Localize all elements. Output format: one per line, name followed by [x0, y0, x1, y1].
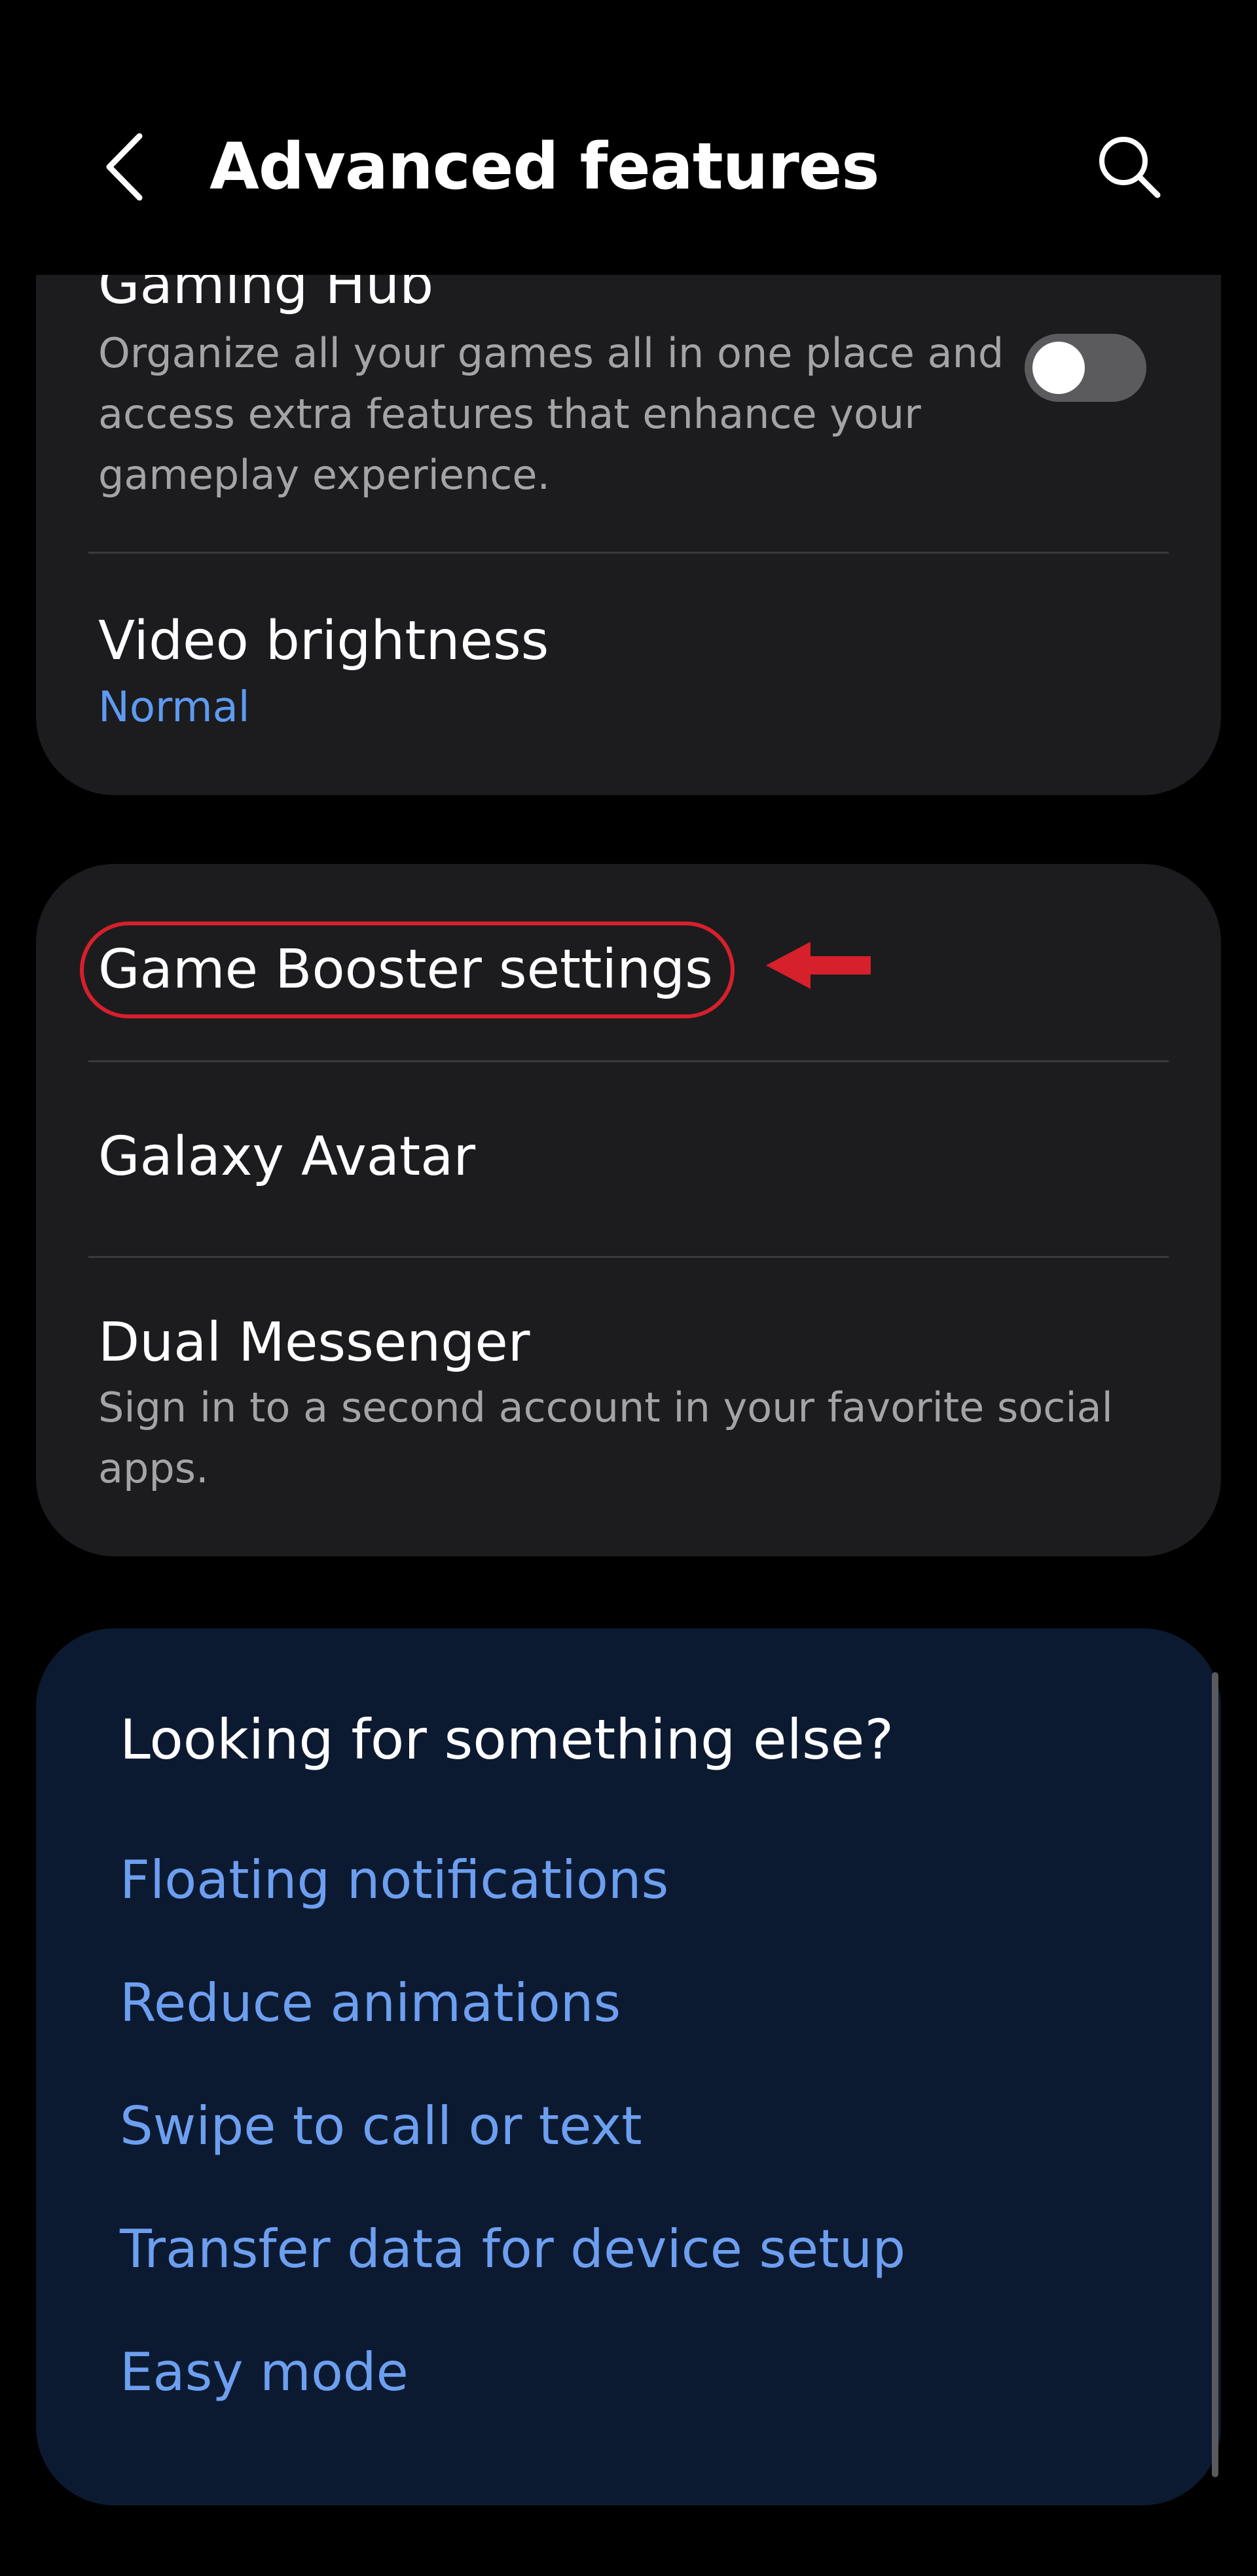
app-header: Advanced features [0, 0, 1257, 275]
video-brightness-title: Video brightness [98, 610, 549, 672]
game-booster-title: Game Booster settings [98, 939, 713, 1001]
dual-messenger-title: Dual Messenger [98, 1312, 530, 1374]
search-button[interactable] [1087, 124, 1172, 209]
back-button[interactable] [85, 121, 164, 213]
annotation-arrow-icon [766, 942, 871, 989]
search-icon [1099, 137, 1161, 198]
toggle-knob [1032, 342, 1085, 394]
gaming-hub-description: Organize all your games all in one place… [98, 329, 1004, 499]
suggestion-link-swipe-to-call[interactable]: Swipe to call or text [120, 2090, 642, 2162]
suggestion-link-easy-mode[interactable]: Easy mode [120, 2336, 409, 2408]
game-booster-row[interactable]: Game Booster settings [36, 864, 1221, 1060]
suggestions-card: Looking for something else? Floating not… [36, 1628, 1221, 2505]
scrollbar[interactable] [1212, 1672, 1218, 2477]
suggestion-link-reduce-animations[interactable]: Reduce animations [120, 1967, 621, 2039]
gaming-hub-toggle[interactable] [1025, 334, 1146, 402]
galaxy-avatar-row[interactable]: Galaxy Avatar [36, 1062, 1221, 1256]
suggestion-link-transfer-data[interactable]: Transfer data for device setup [120, 2213, 905, 2285]
galaxy-avatar-title: Galaxy Avatar [98, 1126, 476, 1188]
settings-card-gaming: Gaming Hub Organize all your games all i… [36, 196, 1221, 795]
video-brightness-row[interactable]: Video brightness Normal [36, 554, 1221, 795]
video-brightness-value: Normal [98, 683, 250, 732]
dual-messenger-description: Sign in to a second account in your favo… [98, 1384, 1113, 1492]
dual-messenger-row[interactable]: Dual Messenger Sign in to a second accou… [36, 1258, 1221, 1556]
suggestion-link-floating-notifications[interactable]: Floating notifications [120, 1844, 668, 1916]
settings-card-features: Game Booster settings Galaxy Avatar Dual… [36, 864, 1221, 1556]
suggestions-heading: Looking for something else? [120, 1708, 894, 1772]
chevron-left-icon [106, 133, 143, 201]
page-title: Advanced features [210, 130, 880, 204]
